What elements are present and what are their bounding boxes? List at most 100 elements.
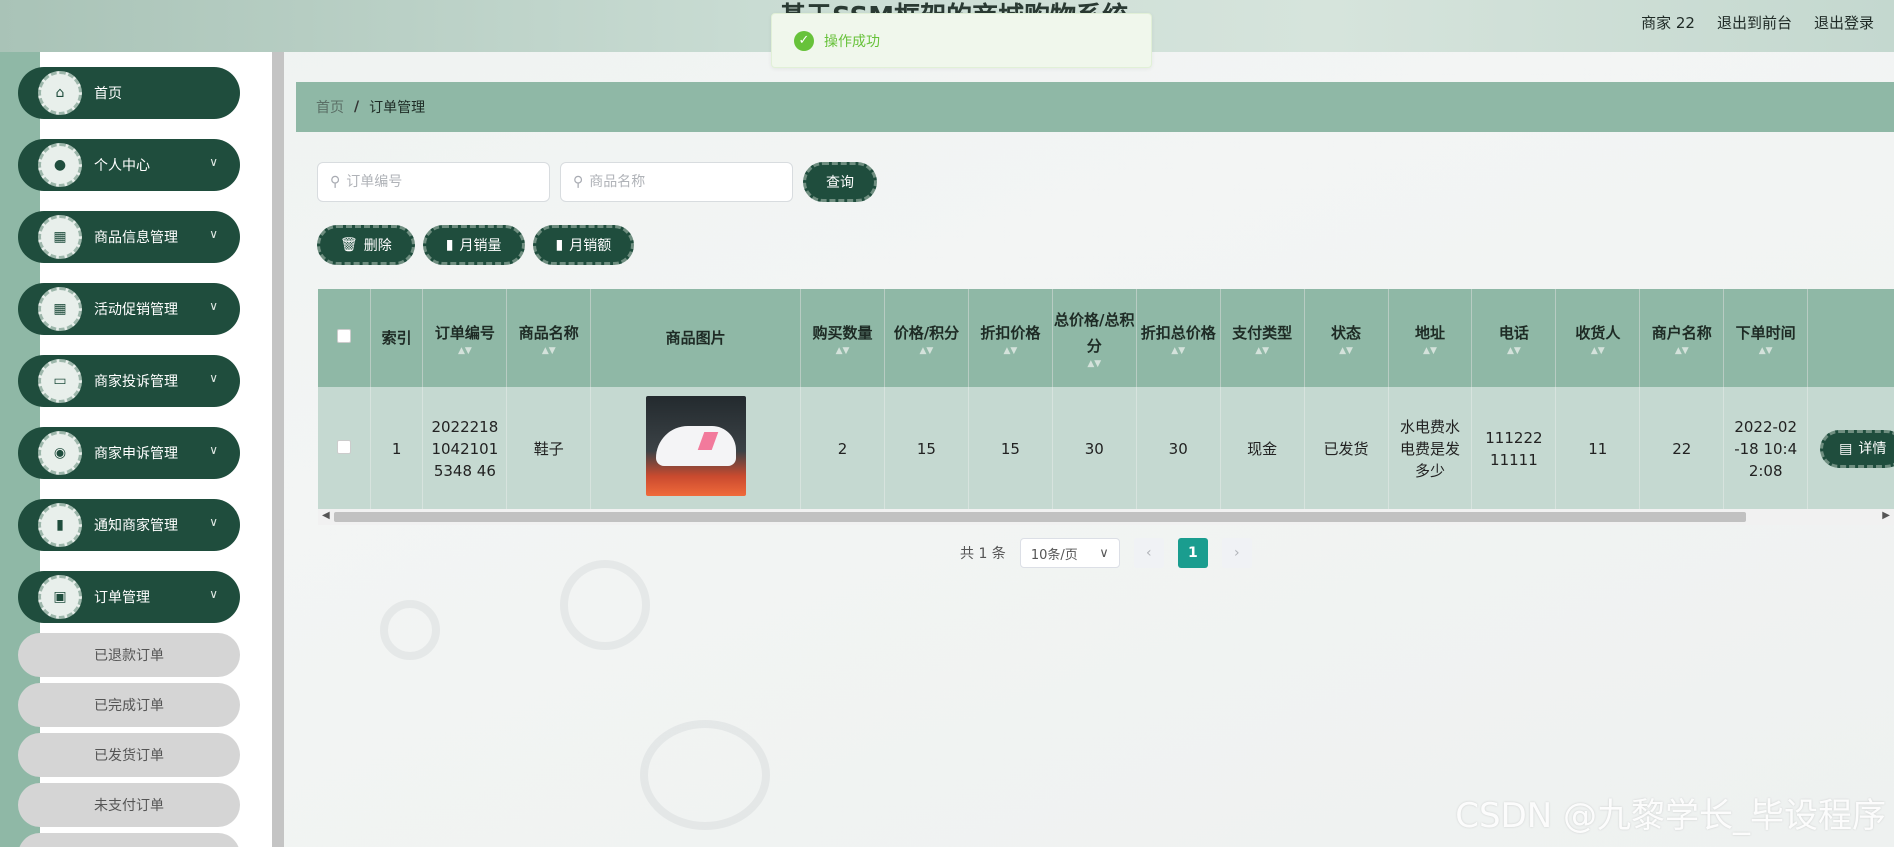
- sidebar-item-label: 通知商家管理: [94, 518, 178, 534]
- column-header[interactable]: 折扣价格 ▲▼: [968, 289, 1053, 387]
- table-header-row: 索引 订单编号 ▲▼ 商品名称 ▲▼ 商品图片 购买数量 ▲▼ 价格/积分 ▲▼ 折扣价…: [318, 289, 1894, 387]
- column-header[interactable]: 电话 ▲▼: [1471, 289, 1557, 387]
- scroll-right-icon[interactable]: ▶: [1882, 510, 1890, 521]
- sidebar-item-appeals[interactable]: ◉ 商家申诉管理 ∨: [18, 427, 240, 479]
- breadcrumb-home[interactable]: 首页: [316, 97, 344, 117]
- user-icon: ●: [38, 143, 82, 187]
- column-header[interactable]: 支付类型 ▲▼: [1220, 289, 1305, 387]
- toast-message: 操作成功: [824, 33, 880, 50]
- sidebar-item-orders[interactable]: ▣ 订单管理 ∨: [18, 571, 240, 623]
- breadcrumb-separator: /: [354, 99, 360, 115]
- sort-icon[interactable]: ▲▼: [1053, 359, 1136, 369]
- column-header[interactable]: 状态 ▲▼: [1304, 289, 1389, 387]
- next-page-button[interactable]: ›: [1221, 538, 1252, 568]
- column-header[interactable]: 下单时间 ▲▼: [1723, 289, 1809, 387]
- column-header[interactable]: 折扣总价格 ▲▼: [1136, 289, 1221, 387]
- submenu-refunded[interactable]: 已退款订单: [18, 633, 240, 677]
- sidebar-item-promotions[interactable]: ▦ 活动促销管理 ∨: [18, 283, 240, 335]
- sort-icon[interactable]: ▲▼: [801, 346, 884, 356]
- cell-discount-price: 15: [968, 387, 1053, 511]
- header-label: 价格/积分: [893, 324, 960, 342]
- background-decoration: [380, 600, 440, 660]
- column-header[interactable]: 地址 ▲▼: [1388, 289, 1473, 387]
- column-header[interactable]: 商户名称 ▲▼: [1639, 289, 1725, 387]
- product-name-search-field[interactable]: ⚲: [560, 162, 793, 202]
- sidebar-item-label: 订单管理: [94, 590, 150, 606]
- product-name-input[interactable]: [589, 174, 770, 190]
- sort-icon[interactable]: ▲▼: [1389, 346, 1472, 356]
- sidebar-item-notices[interactable]: ▮ 通知商家管理 ∨: [18, 499, 240, 551]
- sort-icon[interactable]: ▲▼: [1724, 346, 1807, 356]
- sidebar-scrollbar[interactable]: [272, 52, 284, 847]
- detail-button[interactable]: ▤ 详情: [1820, 430, 1894, 468]
- order-no-input[interactable]: [346, 174, 527, 190]
- submenu-shipped[interactable]: 已发货订单: [18, 733, 240, 777]
- column-header[interactable]: 订单编号 ▲▼: [422, 289, 508, 387]
- check-circle-icon: ✓: [794, 30, 814, 51]
- monthly-revenue-button[interactable]: ▮ 月销额: [532, 225, 635, 265]
- sidebar-item-label: 商家申诉管理: [94, 446, 178, 462]
- sidebar-item-profile[interactable]: ● 个人中心 ∨: [18, 139, 240, 191]
- sidebar-item-label: 活动促销管理: [94, 302, 178, 318]
- monthly-sales-button[interactable]: ▮ 月销量: [422, 225, 525, 265]
- page-number-button[interactable]: 1: [1177, 538, 1208, 568]
- column-header[interactable]: 商品名称 ▲▼: [506, 289, 592, 387]
- select-all-cell[interactable]: [318, 289, 371, 387]
- sort-icon[interactable]: ▲▼: [969, 346, 1052, 356]
- submenu-unpaid[interactable]: 未支付订单: [18, 783, 240, 827]
- query-button[interactable]: 查询: [803, 162, 877, 202]
- column-header[interactable]: 索引: [370, 289, 424, 387]
- page-size-select[interactable]: 10条/页 ∨: [1019, 538, 1120, 568]
- logout-link[interactable]: 退出登录: [1814, 12, 1874, 33]
- sort-icon[interactable]: ▲▼: [1472, 346, 1555, 356]
- chevron-left-icon: ‹: [1146, 545, 1152, 561]
- column-header[interactable]: 收货人 ▲▼: [1555, 289, 1641, 387]
- sort-icon[interactable]: ▲▼: [885, 346, 968, 356]
- document-icon: ▤: [1839, 441, 1853, 457]
- submenu-more[interactable]: [18, 833, 240, 847]
- background-decoration: [640, 720, 770, 830]
- header-label: 商品名称: [518, 324, 579, 342]
- sort-icon[interactable]: ▲▼: [1305, 346, 1388, 356]
- column-header[interactable]: 总价格/总积分 ▲▼: [1052, 289, 1137, 387]
- product-image: [645, 396, 746, 496]
- header-label: 地址: [1414, 324, 1445, 342]
- header-label: 下单时间: [1735, 324, 1796, 342]
- cell-merchant: 22: [1639, 387, 1725, 511]
- cell-order-time: 2022-02-18 10:42:08: [1723, 387, 1809, 511]
- row-select-cell[interactable]: [318, 387, 371, 511]
- cell-product-name: 鞋子: [506, 387, 592, 511]
- scroll-left-icon[interactable]: ◀: [322, 510, 330, 521]
- row-checkbox[interactable]: [336, 440, 351, 454]
- table-horizontal-scrollbar[interactable]: ◀ ▶: [318, 509, 1894, 525]
- column-header: 商品图片: [590, 289, 802, 387]
- sidebar-menu: ⌂ 首页 ● 个人中心 ∨ ▦ 商品信息管理 ∨ ▦ 活动促销管理 ∨ ▭ 商家…: [18, 67, 240, 847]
- scrollbar-thumb[interactable]: [334, 512, 1746, 522]
- sort-icon[interactable]: ▲▼: [1640, 346, 1723, 356]
- sidebar-item-complaints[interactable]: ▭ 商家投诉管理 ∨: [18, 355, 240, 407]
- pagination: 共 1 条 10条/页 ∨ ‹ 1 ›: [960, 538, 1252, 568]
- table-row: 1 202221810421015348 46 鞋子 2 15 15 30 30…: [318, 387, 1894, 511]
- sidebar-item-products[interactable]: ▦ 商品信息管理 ∨: [18, 211, 240, 263]
- to-front-link[interactable]: 退出到前台: [1717, 12, 1792, 33]
- sort-icon[interactable]: ▲▼: [507, 346, 590, 356]
- user-links: 商家 22 退出到前台 退出登录: [1641, 12, 1874, 33]
- column-header[interactable]: 价格/积分 ▲▼: [884, 289, 969, 387]
- delete-button[interactable]: 🗑 删除: [317, 225, 415, 265]
- submenu-completed[interactable]: 已完成订单: [18, 683, 240, 727]
- order-no-search-field[interactable]: ⚲: [317, 162, 550, 202]
- sort-icon[interactable]: ▲▼: [1221, 346, 1304, 356]
- wallet-icon: ▣: [38, 575, 82, 619]
- column-header[interactable]: 购买数量 ▲▼: [800, 289, 885, 387]
- header-label: 商户名称: [1651, 324, 1712, 342]
- cell-phone: 11122211111: [1471, 387, 1557, 511]
- sort-icon[interactable]: ▲▼: [1556, 346, 1639, 356]
- sort-icon[interactable]: ▲▼: [1137, 346, 1220, 356]
- prev-page-button[interactable]: ‹: [1133, 538, 1164, 568]
- select-all-checkbox[interactable]: [336, 329, 351, 343]
- sidebar-item-home[interactable]: ⌂ 首页: [18, 67, 240, 119]
- cell-operations: ▤ 详情 ✎ 发货: [1807, 387, 1894, 511]
- sort-icon[interactable]: ▲▼: [423, 346, 506, 356]
- cell-pay-type: 现金: [1220, 387, 1305, 511]
- page-size-value: 10条/页: [1030, 547, 1078, 563]
